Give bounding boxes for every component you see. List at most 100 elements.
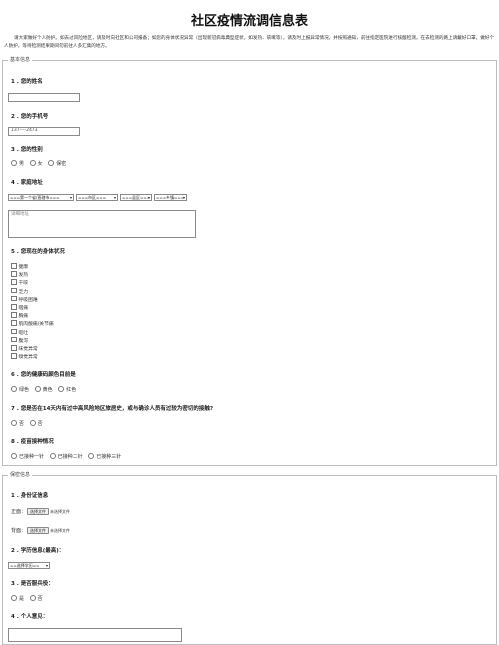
gender-options: 男 女 保密 [11,160,70,167]
radio-icon [88,453,95,459]
id-front-row: 正面： 选择文件 未选择文件 [11,508,70,515]
health-option[interactable]: 嗅觉异常 [11,353,38,361]
id-back-label: 背面： [11,528,27,534]
question-gender-label: 3 . 您的性别 [11,147,43,153]
health-option[interactable]: 健康 [11,263,29,270]
intro-paragraph: 请大家做好个人防护。如去过风险地区，请及时向社区和公司报备；如您的身体状况异常（… [4,36,495,49]
health-option-label: 发热 [18,273,29,279]
id-back-row: 背面： 选择文件 未选择文件 [11,527,70,534]
chevron-down-icon: ▾ [147,195,150,200]
town-select[interactable]: ===乡镇=== ▾ [154,194,187,201]
health-option-label: 干咳 [18,281,29,287]
radio-icon [29,160,36,166]
health-code-green[interactable]: 绿色 [11,386,29,394]
question-name-label: 1 . 您的姓名 [11,79,43,85]
health-option[interactable]: 腹泻 [11,336,29,344]
id-back-file-status: 未选择文件 [50,528,71,533]
secret-info-legend: 保密信息 [8,472,33,479]
basic-info-legend: 基本信息 [8,57,33,64]
vaccine-options: 已接种一针 已接种二针 已接种三针 [11,453,125,460]
question-vaccine-label: 8 . 疫苗接种情况 [11,439,54,445]
education-select[interactable]: ==选择学历== ▾ [8,562,50,569]
radio-icon [48,160,55,166]
checkbox-icon [11,271,17,277]
travel-option-2[interactable]: 否 [29,420,43,428]
province-select[interactable]: ===第一个省/直辖市=== ▾ [8,194,74,201]
health-option[interactable]: 胸痛 [11,312,29,320]
health-option[interactable]: 发热 [11,271,29,279]
health-option-label: 健康 [18,265,29,270]
checkbox-icon [11,328,17,335]
health-option[interactable]: 呕吐 [11,328,29,336]
basic-info-section: 基本信息 1 . 您的姓名 2 . 您的手机号 137----2473 3 . … [2,57,497,466]
health-option[interactable]: 乏力 [11,287,28,295]
radio-icon [34,386,41,392]
health-option-label: 呼吸困难 [18,297,38,303]
health-option[interactable]: 肌肉酸痛/关节痛 [11,320,54,328]
gender-option-female[interactable]: 女 [29,160,43,168]
radio-icon [11,160,17,166]
vaccine-one-dose[interactable]: 已接种一针 [11,453,44,461]
id-back-file-button[interactable]: 选择文件 [27,527,50,534]
health-code-red[interactable]: 红色 [58,386,76,394]
travel-option-1[interactable]: 否 [11,420,24,428]
question-health-label: 5 . 您现在的身体状况 [11,249,65,255]
radio-icon [29,595,36,601]
radio-icon [11,420,17,426]
name-input[interactable] [8,93,80,102]
health-option-label: 味觉异常 [18,347,38,352]
chevron-down-icon: ▾ [113,195,116,200]
detail-address-textarea[interactable]: 详细地址 [8,210,196,238]
checkbox-icon [11,336,17,343]
question-health-code-label: 6 . 您的健康码颜色目前是 [11,372,76,378]
id-front-label: 正面： [11,509,27,515]
opinion-textarea[interactable] [8,628,182,642]
health-option[interactable]: 呼吸困难 [11,295,38,303]
military-no[interactable]: 否 [29,595,43,603]
vaccine-three-doses[interactable]: 已接种三针 [88,453,121,461]
radio-icon [11,386,17,392]
district-select[interactable]: ===县区=== ▾ [120,194,152,201]
vaccine-two-doses[interactable]: 已接种二针 [49,453,83,461]
health-code-yellow[interactable]: 黄色 [34,386,53,394]
question-address-label: 4 . 家庭地址 [11,180,43,186]
checkbox-icon [11,353,17,359]
city-select[interactable]: ===市区=== ▾ [76,194,118,201]
health-option-label: 嗅觉异常 [18,355,38,361]
question-military-label: 3 . 是否服兵役： [11,581,54,587]
page-title: 社区疫情流调信息表 [190,14,308,29]
question-phone-label: 2 . 您的手机号 [11,114,49,120]
travel-options: 否 否 [11,420,47,427]
checkbox-icon [11,263,17,269]
gender-option-male[interactable]: 男 [11,160,24,168]
checkbox-icon [11,312,17,318]
checkbox-icon [11,320,17,326]
chevron-down-icon: ▾ [69,195,72,200]
radio-icon [11,595,17,601]
radio-icon [29,420,36,426]
health-option-label: 腹泻 [18,338,29,344]
checkbox-icon [11,304,17,310]
phone-input[interactable]: 137----2473 [8,127,80,136]
health-option[interactable]: 味觉异常 [11,345,38,352]
question-travel-label: 7 . 您是否在14天内有过中高风险地区旅居史，或与确诊人员有过较为密切的接触? [11,406,214,412]
radio-icon [11,453,17,459]
checkbox-icon [11,279,17,285]
health-option-label: 呕吐 [18,330,29,336]
question-id-card-label: 1 . 身份证信息 [11,493,49,499]
radio-icon [58,386,65,392]
military-yes[interactable]: 是 [11,595,24,603]
health-option-label: 胸痛 [18,314,29,320]
id-front-file-status: 未选择文件 [50,509,71,514]
gender-option-secret[interactable]: 保密 [48,160,66,168]
question-education-label: 2 . 学历信息(最高)： [11,548,65,554]
chevron-down-icon: ▾ [182,195,185,200]
question-opinion-label: 4 . 个人意见： [11,614,49,620]
health-option[interactable]: 咽痛 [11,304,29,311]
health-option-label: 肌肉酸痛/关节痛 [18,322,54,328]
id-front-file-button[interactable]: 选择文件 [27,508,50,515]
health-option-label: 咽痛 [18,306,29,311]
military-options: 是 否 [11,595,47,602]
health-option[interactable]: 干咳 [11,279,29,287]
checkbox-icon [11,345,17,351]
